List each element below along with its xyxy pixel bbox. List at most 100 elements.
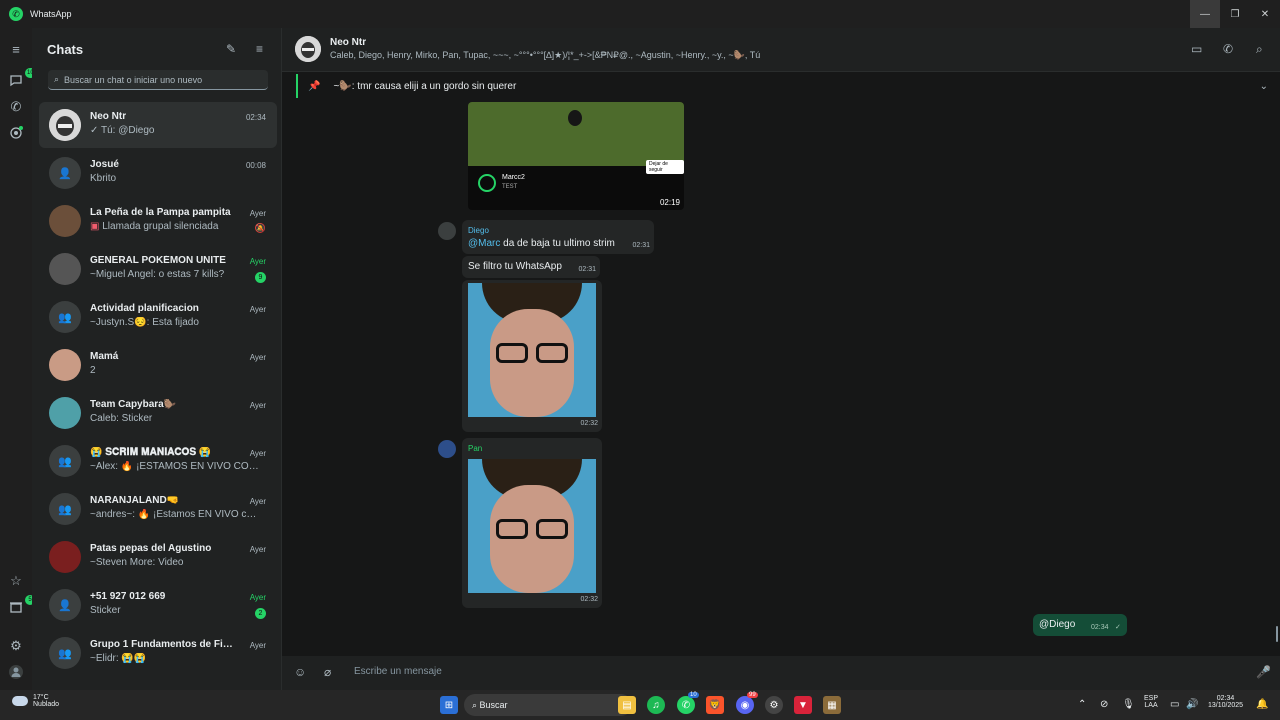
face-image[interactable] bbox=[468, 459, 596, 593]
chat-item-mama[interactable]: Mamá 2 Ayer bbox=[39, 342, 277, 388]
maximize-button[interactable]: ❐ bbox=[1220, 0, 1250, 28]
chat-preview: Caleb: Sticker bbox=[90, 413, 153, 424]
microphone-icon[interactable]: 🎤 bbox=[1256, 665, 1271, 679]
tray-mic-icon[interactable]: 🎙 bbox=[1122, 699, 1135, 710]
whatsapp-logo-icon: ✆ bbox=[9, 7, 23, 21]
search-placeholder: Buscar un chat o iniciar uno nuevo bbox=[64, 74, 203, 85]
chat-preview: ~Alex: 🔥 ¡ESTAMOS EN VIVO CON... bbox=[90, 461, 260, 472]
discord-icon[interactable]: ◉ bbox=[736, 696, 754, 714]
chat-item-josue[interactable]: 👤 Josué Kbrito 00:08 bbox=[39, 150, 277, 196]
video-call-icon[interactable]: ▭ bbox=[1191, 42, 1202, 56]
message-input[interactable]: Escribe un mensaje bbox=[354, 666, 442, 677]
image-message-1[interactable]: 02:32 bbox=[462, 280, 602, 432]
message-time: 02:32 bbox=[580, 596, 598, 603]
missed-call-icon: ▣ bbox=[90, 221, 103, 232]
steam-icon[interactable]: ⚙ bbox=[765, 696, 783, 714]
network-icon[interactable]: ▭ bbox=[1170, 699, 1179, 710]
image-message-2[interactable]: Pan 02:32 bbox=[462, 438, 602, 608]
avatar bbox=[49, 541, 81, 573]
archived-icon[interactable]: 5 bbox=[8, 595, 35, 615]
taskbar-search[interactable]: ⌕ Buscar bbox=[464, 694, 632, 716]
input-language[interactable]: ESP LAA bbox=[1144, 695, 1158, 709]
chat-time: Ayer bbox=[249, 545, 266, 554]
chat-item-patas-pepas[interactable]: Patas pepas del Agustino ~Steven More: V… bbox=[39, 534, 277, 580]
menu-icon[interactable]: ≡ bbox=[8, 41, 24, 57]
attach-icon[interactable]: ⌀ bbox=[324, 665, 331, 679]
outgoing-message[interactable]: @Diego 02:34 ✓ bbox=[1033, 614, 1127, 636]
message-composer: ☺ ⌀ Escribe un mensaje 🎤 bbox=[282, 656, 1280, 690]
message-sender[interactable]: Diego bbox=[468, 226, 489, 235]
whatsapp-taskbar-icon[interactable]: ✆ bbox=[677, 696, 695, 714]
profile-avatar[interactable] bbox=[8, 664, 24, 680]
chat-item-team-capybara[interactable]: Team Capybara🦫 Caleb: Sticker Ayer bbox=[39, 390, 277, 436]
tray-chevron-icon[interactable]: ⌃ bbox=[1078, 699, 1086, 710]
chat-preview-text: Llamada grupal silenciada bbox=[102, 221, 219, 232]
conversation-name: Neo Ntr bbox=[330, 37, 367, 48]
mention-link[interactable]: @Marc bbox=[468, 238, 500, 249]
emoji-icon[interactable]: ☺ bbox=[294, 665, 306, 679]
chat-item-phone-number[interactable]: 👤 +51 927 012 669 Sticker Ayer 2 bbox=[39, 582, 277, 628]
calls-icon[interactable]: ✆ bbox=[8, 99, 24, 115]
default-avatar-icon: 👤 bbox=[49, 589, 81, 621]
status-icon[interactable] bbox=[8, 125, 24, 141]
navigation-rail: ≡ 10 ✆ ☆ 5 ⚙ bbox=[0, 28, 36, 690]
message-time: 02:31 bbox=[632, 242, 650, 249]
starred-icon[interactable]: ☆ bbox=[8, 573, 24, 589]
chat-preview: ~Steven More: Video bbox=[90, 557, 184, 568]
weather-temp: 17°C bbox=[33, 694, 49, 701]
message-bubble-diego[interactable]: Diego @Marc da de baja tu ultimo strim 0… bbox=[462, 220, 654, 254]
pin-icon: 📌 bbox=[308, 80, 321, 92]
conversation-header[interactable]: Neo Ntr Caleb, Diego, Henry, Mirko, Pan,… bbox=[282, 28, 1280, 72]
file-explorer-icon[interactable]: ▤ bbox=[618, 696, 636, 714]
pinned-message-bar[interactable]: 📌 ~🦫: tmr causa eliji a un gordo sin que… bbox=[296, 74, 1270, 98]
group-avatar[interactable] bbox=[295, 36, 321, 62]
video-message[interactable]: Marcc2 TEST Dejar de seguir 02:19 bbox=[468, 102, 684, 210]
chat-item-grupo-1[interactable]: 👥 Grupo 1 Fundamentos de Fina... ~Elidr:… bbox=[39, 630, 277, 676]
chat-item-neo-ntr[interactable]: Neo Ntr ✓ Tú: @Diego 02:34 bbox=[39, 102, 277, 148]
spotify-icon[interactable]: ♫ bbox=[647, 696, 665, 714]
voice-call-icon[interactable]: ✆ bbox=[1223, 42, 1233, 56]
search-input[interactable]: ⌕ Buscar un chat o iniciar uno nuevo bbox=[48, 70, 268, 90]
filter-icon[interactable]: ≡ bbox=[256, 42, 263, 56]
message-time: 02:34 bbox=[1091, 624, 1109, 631]
keyboard-layout: LAA bbox=[1144, 702, 1158, 709]
chats-icon[interactable]: 10 bbox=[8, 68, 36, 88]
chevron-down-icon[interactable]: ⌄ bbox=[1260, 81, 1268, 92]
glasses-left bbox=[496, 519, 528, 539]
clock[interactable]: 02:34 13/10/2025 bbox=[1208, 695, 1243, 709]
brave-icon[interactable]: 🦁 bbox=[706, 696, 724, 714]
minimize-button[interactable]: — bbox=[1190, 0, 1220, 28]
app-icon-red[interactable]: ▼ bbox=[794, 696, 812, 714]
chat-item-la-pena[interactable]: La Peña de la Pampa pampita ▣ Llamada gr… bbox=[39, 198, 277, 244]
notifications-icon[interactable]: 🔔 bbox=[1256, 699, 1268, 710]
chat-item-actividad[interactable]: 👥 Actividad planificacion ~Justyn.S😔: Es… bbox=[39, 294, 277, 340]
chat-preview: ~Justyn.S😔: Esta fijado bbox=[90, 317, 199, 328]
title-bar: ✆ WhatsApp — ❐ ✕ bbox=[0, 0, 1280, 28]
close-button[interactable]: ✕ bbox=[1250, 0, 1280, 28]
tray-app-icon[interactable]: ⊘ bbox=[1100, 699, 1108, 710]
group-avatar-icon: 👥 bbox=[49, 445, 81, 477]
group-avatar-icon: 👥 bbox=[49, 301, 81, 333]
video-player-sub: TEST bbox=[502, 184, 518, 190]
new-chat-icon[interactable]: ✎ bbox=[226, 42, 236, 56]
search-icon[interactable]: ⌕ bbox=[1256, 42, 1263, 57]
minecraft-icon[interactable]: ▦ bbox=[823, 696, 841, 714]
message-sender[interactable]: Pan bbox=[468, 444, 482, 453]
chat-name: Team Capybara🦫 bbox=[90, 399, 177, 410]
settings-icon[interactable]: ⚙ bbox=[8, 638, 24, 654]
scrollbar-thumb[interactable] bbox=[1276, 626, 1278, 642]
face-image[interactable] bbox=[468, 283, 596, 417]
chat-item-naranjaland[interactable]: 👥 NARANJALAND🤜 ~andres~: 🔥 ¡Estamos EN V… bbox=[39, 486, 277, 532]
volume-icon[interactable]: 🔊 bbox=[1186, 699, 1198, 710]
start-menu-icon[interactable]: ⊞ bbox=[440, 696, 458, 714]
chat-item-scrim-maniacos[interactable]: 👥 😭 𝐒𝐂𝐑𝐈𝐌 𝐌𝐀𝐍𝐈𝐀𝐂𝐎𝐒 😭 ~Alex: 🔥 ¡ESTAMOS E… bbox=[39, 438, 277, 484]
message-bubble-filtro[interactable]: Se filtro tu WhatsApp 02:31 bbox=[462, 256, 600, 278]
weather-widget[interactable]: 17°C Nublado bbox=[12, 694, 59, 708]
chat-item-pokemon-unite[interactable]: GENERAL POKÉMON UNITE ~Miguel Angel: o e… bbox=[39, 246, 277, 292]
chat-time: 00:08 bbox=[245, 161, 266, 170]
chat-name: +51 927 012 669 bbox=[90, 591, 166, 602]
diego-avatar[interactable] bbox=[438, 222, 456, 240]
windows-taskbar: 17°C Nublado ⊞ ⌕ Buscar ▤ ♫ ✆ 10 🦁 ◉ 99 … bbox=[0, 690, 1280, 720]
chat-name: Josué bbox=[90, 159, 119, 170]
pan-avatar[interactable] bbox=[438, 440, 456, 458]
